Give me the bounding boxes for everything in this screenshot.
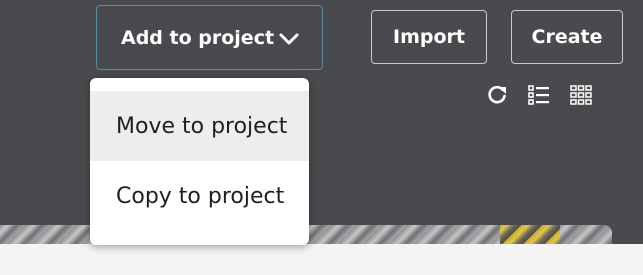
menu-item-move-to-project[interactable]: Move to project: [90, 91, 309, 161]
chevron-down-icon: [279, 33, 299, 45]
grid-view-icon[interactable]: [570, 84, 592, 106]
menu-item-label: Copy to project: [116, 183, 285, 209]
refresh-icon[interactable]: [486, 84, 508, 106]
import-button[interactable]: Import: [371, 10, 487, 64]
menu-item-copy-to-project[interactable]: Copy to project: [90, 161, 309, 231]
card-body: [0, 244, 643, 275]
menu-item-label: Move to project: [116, 113, 288, 139]
create-button[interactable]: Create: [511, 10, 623, 64]
add-to-project-button[interactable]: Add to project: [96, 5, 323, 70]
import-label: Import: [393, 26, 465, 48]
create-label: Create: [531, 26, 603, 48]
menu-top-spacer: [90, 78, 309, 91]
add-to-project-label: Add to project: [121, 26, 275, 49]
list-view-icon[interactable]: [528, 84, 550, 106]
add-to-project-menu: Move to project Copy to project: [90, 78, 309, 245]
